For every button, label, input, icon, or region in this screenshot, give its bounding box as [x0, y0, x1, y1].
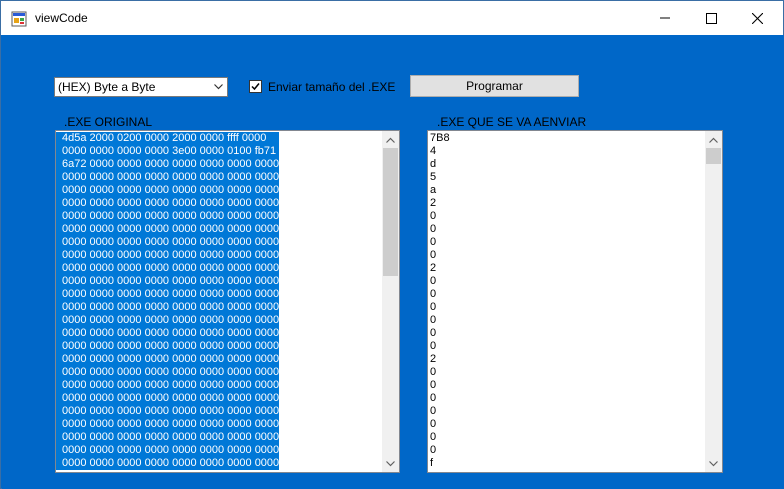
send-line[interactable]: f [430, 457, 450, 470]
scroll-thumb[interactable] [383, 148, 398, 276]
send-line[interactable]: 0 [430, 301, 450, 314]
send-line[interactable]: 0 [430, 275, 450, 288]
hex-line[interactable]: 0000 0000 0000 0000 0000 0000 0000 0000 [56, 184, 280, 197]
send-line[interactable]: 0 [430, 236, 450, 249]
send-line[interactable]: 0 [430, 288, 450, 301]
hex-line[interactable]: 0000 0000 0000 0000 0000 0000 0000 0000 [56, 262, 280, 275]
send-size-label[interactable]: Enviar tamaño del .EXE [268, 80, 395, 94]
hex-line[interactable]: 0000 0000 0000 0000 0000 0000 0000 0000 [56, 457, 280, 470]
send-line[interactable]: a [430, 184, 450, 197]
scroll-down-button[interactable] [705, 455, 722, 472]
program-button[interactable]: Programar [410, 75, 579, 97]
minimize-icon [660, 17, 670, 19]
scroll-up-button[interactable] [382, 131, 399, 148]
mode-select-value: (HEX) Byte a Byte [58, 80, 156, 94]
minimize-button[interactable] [642, 1, 688, 35]
send-line[interactable]: 0 [430, 223, 450, 236]
hex-line[interactable]: 0000 0000 0000 0000 0000 0000 0000 0000 [56, 197, 280, 210]
maximize-button[interactable] [688, 1, 734, 35]
send-line[interactable]: 0 [430, 392, 450, 405]
hex-line[interactable]: 0000 0000 0000 0000 0000 0000 0000 0000 [56, 418, 280, 431]
app-icon [11, 11, 27, 27]
chevron-up-icon [709, 137, 718, 143]
send-line[interactable]: 2 [430, 262, 450, 275]
send-line[interactable]: 7B8 [430, 132, 450, 145]
send-line[interactable]: 2 [430, 197, 450, 210]
send-size-checkbox[interactable] [249, 80, 262, 93]
mode-select[interactable]: (HEX) Byte a Byte [54, 77, 228, 97]
send-line[interactable]: 2 [430, 353, 450, 366]
original-hex-lines: 4d5a 2000 0200 0000 2000 0000 ffff 0000 0… [56, 132, 280, 470]
close-icon [751, 12, 763, 24]
hex-line[interactable]: 6a72 0000 0000 0000 0000 0000 0000 0000 [56, 158, 280, 171]
hex-line[interactable]: 0000 0000 0000 0000 0000 0000 0000 0000 [56, 327, 280, 340]
hex-line[interactable]: 0000 0000 0000 0000 0000 0000 0000 0000 [56, 340, 280, 353]
send-line[interactable]: 0 [430, 431, 450, 444]
hex-line[interactable]: 0000 0000 0000 0000 0000 0000 0000 0000 [56, 210, 280, 223]
send-line[interactable]: 0 [430, 405, 450, 418]
chevron-down-icon [709, 460, 718, 466]
to-send-list[interactable]: 7B8 4 d 5 a 2 0 0 0 0 2 0 0 0 0 0 0 2 0 0 0 0 0 0 0 f [427, 130, 723, 473]
send-line[interactable]: 0 [430, 444, 450, 457]
send-line[interactable]: 0 [430, 379, 450, 392]
hex-line[interactable]: 0000 0000 0000 0000 0000 0000 0000 0000 [56, 314, 280, 327]
close-button[interactable] [734, 1, 780, 35]
hex-line[interactable]: 0000 0000 0000 0000 0000 0000 0000 0000 [56, 171, 280, 184]
original-scrollbar[interactable] [382, 131, 399, 472]
scroll-up-button[interactable] [705, 131, 722, 148]
title-bar[interactable]: viewCode [1, 1, 783, 35]
send-line[interactable]: 0 [430, 210, 450, 223]
send-line[interactable]: 4 [430, 145, 450, 158]
hex-line[interactable]: 0000 0000 0000 0000 0000 0000 0000 0000 [56, 288, 280, 301]
original-hex-list[interactable]: 4d5a 2000 0200 0000 2000 0000 ffff 0000 0… [55, 130, 400, 473]
to-send-lines: 7B8 4 d 5 a 2 0 0 0 0 2 0 0 0 0 0 0 2 0 0 0 0 0 0 0 f [430, 132, 450, 470]
original-label: .EXE ORIGINAL [64, 115, 153, 129]
hex-line[interactable]: 0000 0000 0000 0000 0000 0000 0000 0000 [56, 223, 280, 236]
hex-line[interactable]: 0000 0000 0000 0000 3e00 0000 0100 fb71 [56, 145, 280, 158]
hex-line[interactable]: 0000 0000 0000 0000 0000 0000 0000 0000 [56, 405, 280, 418]
hex-line[interactable]: 0000 0000 0000 0000 0000 0000 0000 0000 [56, 444, 280, 457]
checkmark-icon [251, 83, 260, 91]
chevron-down-icon [386, 460, 395, 466]
client-area: (HEX) Byte a Byte Enviar tamaño del .EXE… [2, 35, 784, 489]
send-line[interactable]: 0 [430, 366, 450, 379]
send-line[interactable]: 0 [430, 249, 450, 262]
hex-line[interactable]: 0000 0000 0000 0000 0000 0000 0000 0000 [56, 366, 280, 379]
send-line[interactable]: d [430, 158, 450, 171]
chevron-down-icon [214, 84, 223, 90]
send-line[interactable]: 0 [430, 418, 450, 431]
hex-line[interactable]: 0000 0000 0000 0000 0000 0000 0000 0000 [56, 431, 280, 444]
send-line[interactable]: 5 [430, 171, 450, 184]
send-line[interactable]: 0 [430, 314, 450, 327]
hex-line[interactable]: 0000 0000 0000 0000 0000 0000 0000 0000 [56, 236, 280, 249]
to-send-scrollbar[interactable] [705, 131, 722, 472]
to-send-label: .EXE QUE SE VA AENVIAR [437, 115, 587, 129]
maximize-icon [705, 12, 717, 24]
scroll-thumb[interactable] [706, 148, 721, 164]
hex-line[interactable]: 0000 0000 0000 0000 0000 0000 0000 0000 [56, 301, 280, 314]
hex-line[interactable]: 0000 0000 0000 0000 0000 0000 0000 0000 [56, 379, 280, 392]
hex-line[interactable]: 0000 0000 0000 0000 0000 0000 0000 0000 [56, 392, 280, 405]
app-window: viewCode (HEX) Byte a Byte Enviar tamaño… [0, 0, 784, 489]
hex-line[interactable]: 0000 0000 0000 0000 0000 0000 0000 0000 [56, 275, 280, 288]
send-line[interactable]: 0 [430, 327, 450, 340]
chevron-up-icon [386, 137, 395, 143]
window-title: viewCode [35, 11, 88, 25]
scroll-down-button[interactable] [382, 455, 399, 472]
hex-line[interactable]: 0000 0000 0000 0000 0000 0000 0000 0000 [56, 249, 280, 262]
hex-line[interactable]: 4d5a 2000 0200 0000 2000 0000 ffff 0000 [56, 132, 280, 145]
send-line[interactable]: 0 [430, 340, 450, 353]
hex-line[interactable]: 0000 0000 0000 0000 0000 0000 0000 0000 [56, 353, 280, 366]
